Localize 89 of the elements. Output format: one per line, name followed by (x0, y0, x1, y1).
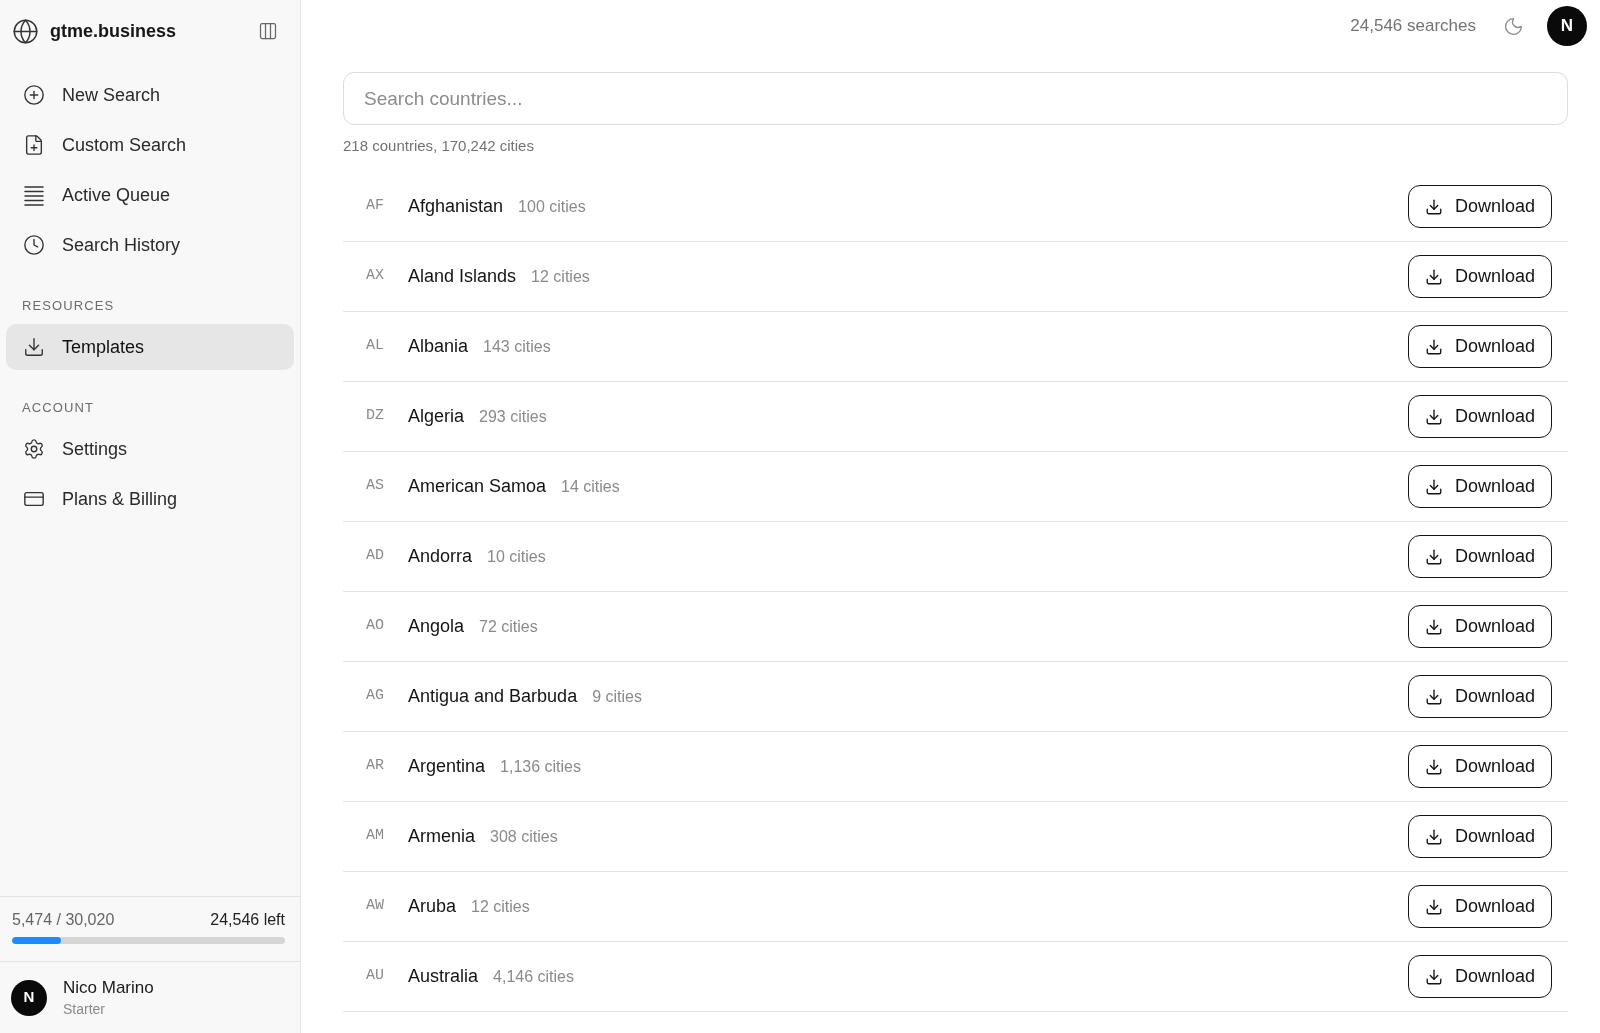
download-button[interactable]: Download (1408, 605, 1552, 648)
sidebar-item[interactable]: Active Queue (6, 172, 294, 218)
download-icon (1424, 757, 1443, 776)
download-icon (1424, 967, 1443, 986)
country-name: Argentina (408, 755, 486, 778)
download-icon (1424, 477, 1443, 496)
searches-count: 24,546 searches (1350, 15, 1476, 38)
city-count: 12 cities (531, 266, 590, 287)
download-button[interactable]: Download (1408, 185, 1552, 228)
section-heading: ACCOUNT (21, 400, 95, 416)
country-code: AS (366, 476, 385, 497)
city-count: 308 cities (490, 826, 558, 847)
search-field[interactable]: Search countries... (343, 72, 1568, 125)
country-code: AF (366, 196, 385, 217)
sidebar-item[interactable]: Settings (6, 426, 294, 472)
city-count: 14 cities (561, 476, 620, 497)
download-button[interactable]: Download (1408, 885, 1552, 928)
download-button[interactable]: Download (1408, 465, 1552, 508)
user-plan: Starter (63, 999, 106, 1019)
country-code: AU (366, 966, 385, 987)
country-name: Aland Islands (408, 265, 517, 288)
results-summary: 218 countries, 170,242 cities (343, 136, 535, 156)
country-code: DZ (366, 406, 385, 427)
sidebar-item[interactable]: Search History (6, 222, 294, 268)
country-code: AM (366, 826, 385, 847)
country-name: Armenia (408, 825, 476, 848)
country-name: Antigua and Barbuda (408, 685, 578, 708)
download-icon (1424, 827, 1443, 846)
country-code: AG (366, 686, 385, 707)
download-icon (1424, 897, 1443, 916)
sidebar-item[interactable]: Plans & Billing (6, 476, 294, 522)
city-count: 9 cities (592, 686, 642, 707)
city-count: 10 cities (487, 546, 546, 567)
download-icon (1424, 197, 1443, 216)
country-name: Algeria (408, 405, 465, 428)
download-button[interactable]: Download (1408, 255, 1552, 298)
country-code: AX (366, 266, 385, 287)
user-avatar[interactable]: N (1547, 6, 1587, 46)
country-name: Albania (408, 335, 469, 358)
brand-name: gtme.business (50, 19, 177, 43)
usage-remaining: 24,546 left (210, 910, 285, 930)
usage-count: 5,474 / 30,020 (12, 910, 115, 930)
download-button[interactable]: Download (1408, 395, 1552, 438)
country-code: AR (366, 756, 385, 777)
download-button[interactable]: Download (1408, 675, 1552, 718)
globe-icon (12, 17, 39, 45)
plus-circle-icon (23, 84, 45, 106)
country-name: Afghanistan (408, 195, 504, 218)
city-count: 100 cities (518, 196, 586, 217)
country-name: Aruba (408, 895, 457, 918)
gear-icon (23, 438, 45, 460)
file-plus-icon (23, 134, 45, 156)
country-code: AD (366, 546, 385, 567)
city-count: 72 cities (479, 616, 538, 637)
city-count: 1,136 cities (500, 756, 581, 777)
download-icon (1424, 687, 1443, 706)
list-lines-icon (23, 184, 45, 206)
city-count: 12 cities (471, 896, 530, 917)
download-icon (23, 336, 45, 358)
columns-icon (258, 21, 278, 41)
country-name: Australia (408, 965, 479, 988)
download-button[interactable]: Download (1408, 535, 1552, 578)
download-icon (1424, 267, 1443, 286)
city-count: 143 cities (483, 336, 551, 357)
country-code: AW (366, 896, 385, 917)
sidebar-item[interactable]: New Search (6, 72, 294, 118)
user-name: Nico Marino (63, 976, 154, 999)
sidebar-item[interactable]: Templates (6, 324, 294, 370)
download-button[interactable]: Download (1408, 325, 1552, 368)
download-icon (1424, 617, 1443, 636)
country-name: Andorra (408, 545, 473, 568)
moon-icon (1502, 15, 1524, 37)
country-name: Angola (408, 615, 465, 638)
sidebar-item[interactable]: Custom Search (6, 122, 294, 168)
country-name: American Samoa (408, 475, 547, 498)
clock-icon (23, 234, 45, 256)
sidebar-toggle-button[interactable] (257, 20, 279, 42)
country-code: AL (366, 336, 385, 357)
download-button[interactable]: Download (1408, 815, 1552, 858)
user-avatar[interactable]: N (11, 979, 47, 1016)
country-code: AO (366, 616, 385, 637)
city-count: 4,146 cities (493, 966, 574, 987)
download-button[interactable]: Download (1408, 955, 1552, 998)
download-icon (1424, 547, 1443, 566)
download-icon (1424, 337, 1443, 356)
section-heading: RESOURCES (21, 298, 116, 314)
city-count: 293 cities (479, 406, 547, 427)
download-icon (1424, 407, 1443, 426)
download-button[interactable]: Download (1408, 745, 1552, 788)
